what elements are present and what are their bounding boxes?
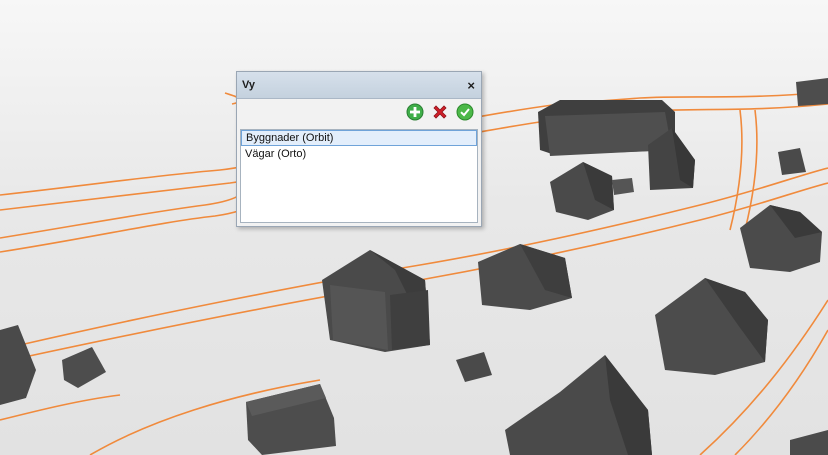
panel-title: Vy <box>242 79 256 91</box>
view-panel[interactable]: Vy × Byggnader (Orbit) Vägar (Orto) <box>236 71 482 227</box>
building <box>550 162 634 220</box>
add-layer-button[interactable] <box>405 102 425 122</box>
layer-list[interactable]: Byggnader (Orbit) Vägar (Orto) <box>240 129 478 223</box>
confirm-button[interactable] <box>455 102 475 122</box>
confirm-icon <box>456 103 474 121</box>
building <box>655 278 768 375</box>
layer-item-byggnader[interactable]: Byggnader (Orbit) <box>241 130 477 146</box>
road-line <box>0 177 247 239</box>
building <box>456 352 492 382</box>
layer-item-label: Vägar (Orto) <box>245 148 307 160</box>
add-icon <box>406 103 424 121</box>
building <box>478 244 572 310</box>
scene-canvas <box>0 78 828 455</box>
layer-item-label: Byggnader (Orbit) <box>246 132 334 144</box>
close-icon[interactable]: × <box>467 79 475 92</box>
map-viewport-3d[interactable] <box>0 0 828 455</box>
remove-icon <box>433 105 447 119</box>
remove-layer-button[interactable] <box>430 102 450 122</box>
building <box>790 430 828 455</box>
panel-header[interactable]: Vy × <box>237 72 481 99</box>
layer-item-vagar[interactable]: Vägar (Orto) <box>241 146 477 162</box>
panel-toolbar <box>237 99 481 125</box>
road-line <box>744 109 758 231</box>
building <box>505 355 652 455</box>
building <box>246 384 336 455</box>
